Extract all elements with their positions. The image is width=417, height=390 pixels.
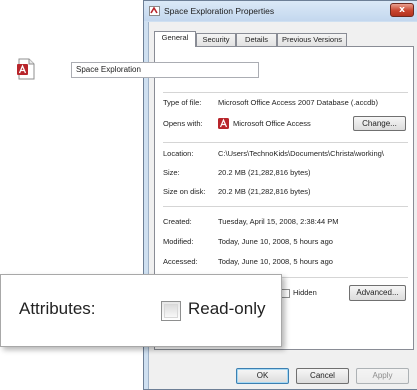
- access-file-icon: [149, 6, 160, 16]
- ok-button[interactable]: OK: [236, 368, 289, 384]
- size-value: 20.2 MB (21,282,816 bytes): [218, 168, 311, 177]
- modified-value: Today, June 10, 2008, 5 hours ago: [218, 237, 333, 246]
- size-on-disk-value: 20.2 MB (21,282,816 bytes): [218, 187, 311, 196]
- microsoft-access-icon: [218, 118, 229, 129]
- file-name-field[interactable]: Space Exploration: [71, 62, 259, 78]
- accessed-value: Today, June 10, 2008, 5 hours ago: [218, 257, 333, 266]
- title-bar[interactable]: Space Exploration Properties x: [144, 1, 417, 21]
- cancel-button[interactable]: Cancel: [296, 368, 349, 384]
- location-label: Location:: [163, 149, 194, 158]
- read-only-label: Read-only: [188, 299, 266, 318]
- attributes-label: Attributes:: [19, 299, 96, 318]
- location-value: C:\Users\TechnoKids\Documents\Christa\wo…: [218, 149, 384, 158]
- tab-security[interactable]: Security: [196, 33, 236, 46]
- created-label: Created:: [163, 217, 192, 226]
- change-button[interactable]: Change...: [353, 116, 406, 131]
- modified-label: Modified:: [163, 237, 194, 246]
- size-label: Size:: [163, 168, 180, 177]
- separator: [163, 142, 408, 143]
- close-button[interactable]: x: [390, 3, 414, 17]
- read-only-checkbox[interactable]: [161, 301, 181, 321]
- advanced-button[interactable]: Advanced...: [349, 285, 406, 301]
- hidden-label: Hidden: [293, 288, 317, 297]
- type-of-file-value: Microsoft Office Access 2007 Database (.…: [218, 98, 378, 107]
- separator: [163, 206, 408, 207]
- close-icon: x: [399, 5, 405, 15]
- apply-button[interactable]: Apply: [356, 368, 409, 384]
- attributes-zoom-callout: Attributes: Read-only: [0, 274, 282, 347]
- type-of-file-label: Type of file:: [163, 98, 202, 107]
- opens-with-value: Microsoft Office Access: [233, 119, 311, 128]
- access-database-file-icon: [17, 58, 35, 80]
- accessed-label: Accessed:: [163, 257, 198, 266]
- opens-with-label: Opens with:: [163, 119, 203, 128]
- size-on-disk-label: Size on disk:: [163, 187, 206, 196]
- created-value: Tuesday, April 15, 2008, 2:38:44 PM: [218, 217, 339, 226]
- window-title: Space Exploration Properties: [164, 6, 275, 16]
- hidden-checkbox[interactable]: [281, 289, 290, 298]
- tab-previous-versions[interactable]: Previous Versions: [277, 33, 347, 46]
- tab-details[interactable]: Details: [236, 33, 277, 46]
- separator: [163, 92, 408, 93]
- tab-general[interactable]: General: [154, 31, 196, 47]
